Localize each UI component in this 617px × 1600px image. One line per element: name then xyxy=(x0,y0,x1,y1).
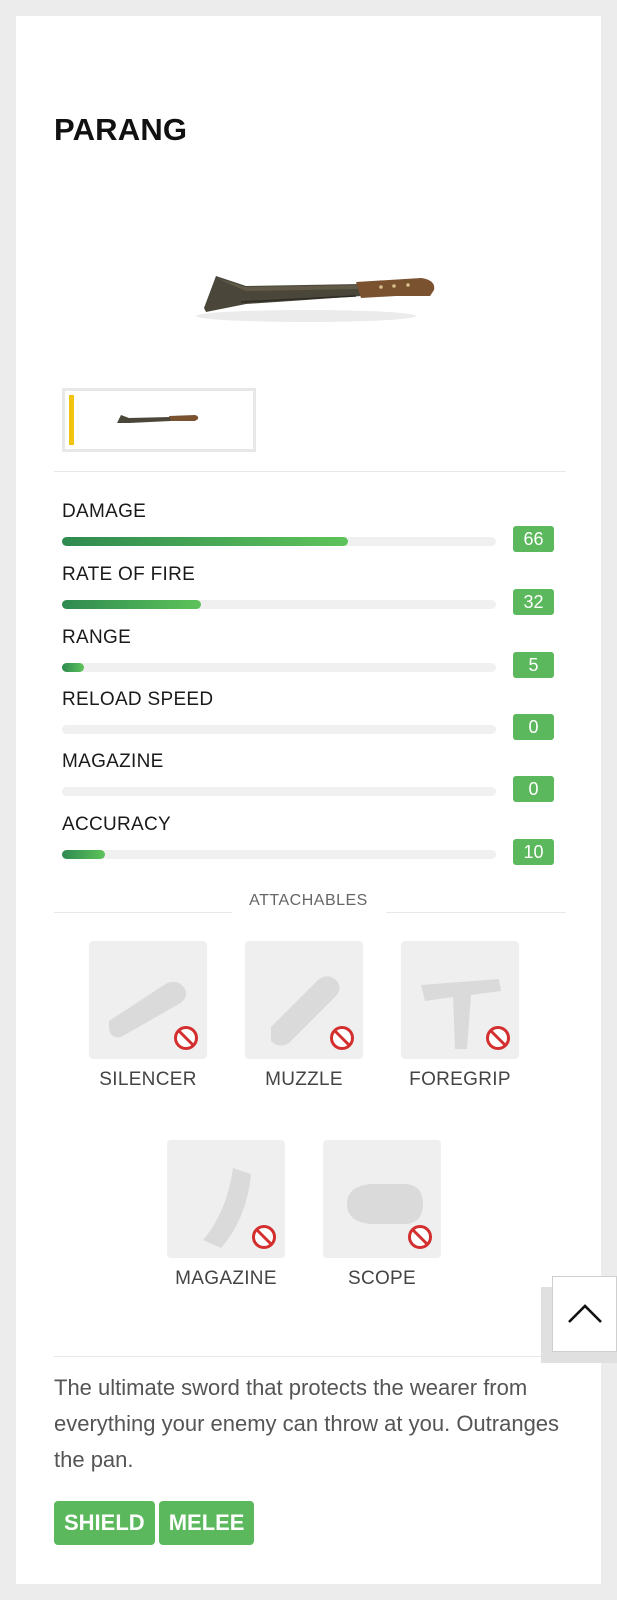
weapon-description: The ultimate sword that protects the wea… xyxy=(54,1375,560,1472)
stat-label: MAGAZINE xyxy=(62,751,164,772)
stat-bar-fill xyxy=(62,600,201,609)
stat-bar-track xyxy=(62,725,496,734)
attachable-scope[interactable]: SCOPE xyxy=(323,1140,441,1290)
attachable-foregrip[interactable]: FOREGRIP xyxy=(401,941,519,1091)
tag-melee[interactable]: MELEE xyxy=(158,1501,255,1545)
selected-marker xyxy=(69,395,74,445)
attachable-tile xyxy=(401,941,519,1059)
attachable-tile xyxy=(323,1140,441,1258)
stat-bar-track xyxy=(62,850,496,859)
stat-bar-fill xyxy=(62,537,349,546)
weapon-image xyxy=(196,276,435,322)
stat-row: MAGAZINE 0 xyxy=(62,751,562,813)
unavailable-icon xyxy=(408,1225,432,1249)
scroll-to-top-button[interactable] xyxy=(552,1276,617,1352)
unavailable-icon xyxy=(174,1026,198,1050)
attachable-tile xyxy=(89,941,207,1059)
attachable-label: FOREGRIP xyxy=(409,1069,511,1090)
unavailable-icon xyxy=(252,1225,276,1249)
stat-bar-track xyxy=(62,663,496,672)
stat-row: RANGE 5 xyxy=(62,627,562,689)
tag-shield[interactable]: SHIELD xyxy=(54,1501,155,1545)
stat-bar-track xyxy=(62,537,496,546)
stat-value-badge: 5 xyxy=(513,652,554,678)
divider xyxy=(386,912,566,913)
stat-label: DAMAGE xyxy=(62,501,147,522)
stat-value-badge: 66 xyxy=(513,526,554,552)
weapon-thumbnail[interactable] xyxy=(62,388,256,452)
stat-bar-track xyxy=(62,787,496,796)
attachable-label: SCOPE xyxy=(347,1268,417,1289)
unavailable-icon xyxy=(330,1026,354,1050)
attachable-muzzle[interactable]: MUZZLE xyxy=(245,941,363,1091)
stat-label: ACCURACY xyxy=(62,814,172,835)
stat-bar-fill xyxy=(62,850,106,859)
attachable-label: MAGAZINE xyxy=(175,1268,277,1289)
stat-value-badge: 10 xyxy=(513,839,554,865)
stat-value-badge: 32 xyxy=(513,589,554,615)
chevron-up-icon xyxy=(568,1304,602,1323)
tag-list: SHIELD MELEE xyxy=(54,1501,258,1545)
divider xyxy=(54,912,232,913)
stat-row: DAMAGE 66 xyxy=(62,501,562,563)
weapon-card: PARANG DAMAGE 66 RATE OF FIRE 32 RANGE 5 RELOA… xyxy=(16,16,601,1584)
attachables-title: ATTACHABLES xyxy=(249,892,368,909)
divider xyxy=(54,1356,566,1357)
stat-row: ACCURACY 10 xyxy=(62,814,562,876)
attachable-tile xyxy=(245,941,363,1059)
stat-label: RATE OF FIRE xyxy=(62,564,196,585)
attachable-silencer[interactable]: SILENCER xyxy=(89,941,207,1091)
stat-row: RATE OF FIRE 32 xyxy=(62,564,562,626)
attachable-label: SILENCER xyxy=(99,1069,197,1090)
attachable-label: MUZZLE xyxy=(265,1069,343,1090)
attachable-magazine[interactable]: MAGAZINE xyxy=(167,1140,285,1290)
stat-label: RELOAD SPEED xyxy=(62,689,214,710)
weapon-thumbnail-image xyxy=(117,415,199,423)
attachable-tile xyxy=(167,1140,285,1258)
stat-bar-track xyxy=(62,600,496,609)
divider xyxy=(54,471,566,472)
stat-bar-fill xyxy=(62,663,84,672)
stat-label: RANGE xyxy=(62,627,132,648)
stat-row: RELOAD SPEED 0 xyxy=(62,689,562,751)
stat-value-badge: 0 xyxy=(513,776,554,802)
unavailable-icon xyxy=(486,1026,510,1050)
stat-value-badge: 0 xyxy=(513,714,554,740)
weapon-title: PARANG xyxy=(54,112,188,147)
